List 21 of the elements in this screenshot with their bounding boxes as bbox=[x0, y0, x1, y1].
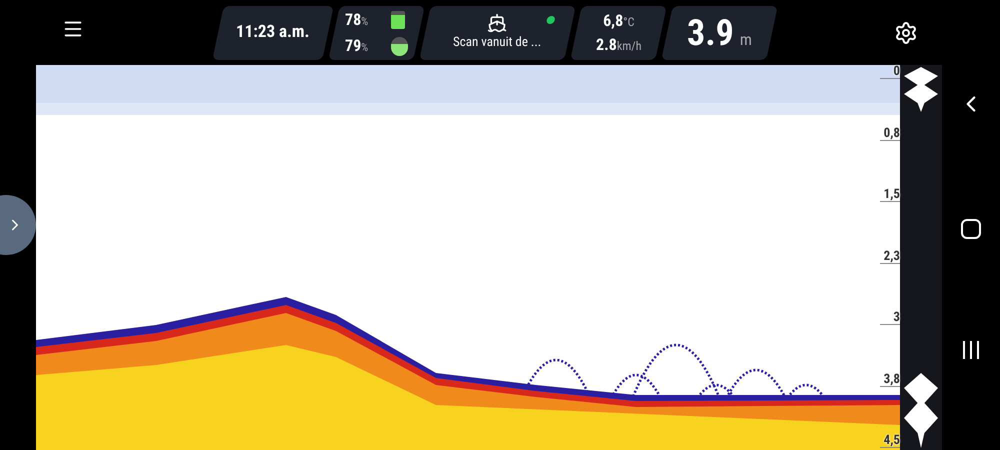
device-name: Scan vanuit de ... bbox=[453, 34, 542, 52]
boat-icon bbox=[488, 12, 508, 33]
depth-scale-label: 0,8 bbox=[884, 126, 900, 140]
sonar-battery-icon bbox=[391, 36, 408, 55]
recent-apps-button[interactable] bbox=[963, 341, 979, 359]
depth-scale-label: 1,5 bbox=[884, 188, 900, 201]
settings-button[interactable] bbox=[894, 20, 918, 44]
depth-scale-label: 3 bbox=[893, 311, 900, 324]
depth-scale-label: 2,3 bbox=[884, 250, 900, 262]
depth-scale-label: 4,5 bbox=[884, 434, 900, 447]
water-temperature: 6,8°C bbox=[602, 10, 634, 32]
home-button[interactable] bbox=[961, 219, 981, 239]
battery-icon bbox=[391, 10, 405, 28]
depth-reading: 3.9 m bbox=[687, 10, 752, 56]
depth-scale-label: 0 bbox=[893, 65, 900, 78]
depth-scale-label: 3,8 bbox=[884, 372, 900, 386]
time-text: 11:23 a.m. bbox=[236, 20, 310, 44]
battery-percentage: 79% bbox=[345, 34, 370, 56]
speed-reading: 2.8km/h bbox=[596, 34, 642, 56]
settings-icon bbox=[894, 20, 918, 44]
battery-percentage: 78% bbox=[345, 8, 370, 30]
